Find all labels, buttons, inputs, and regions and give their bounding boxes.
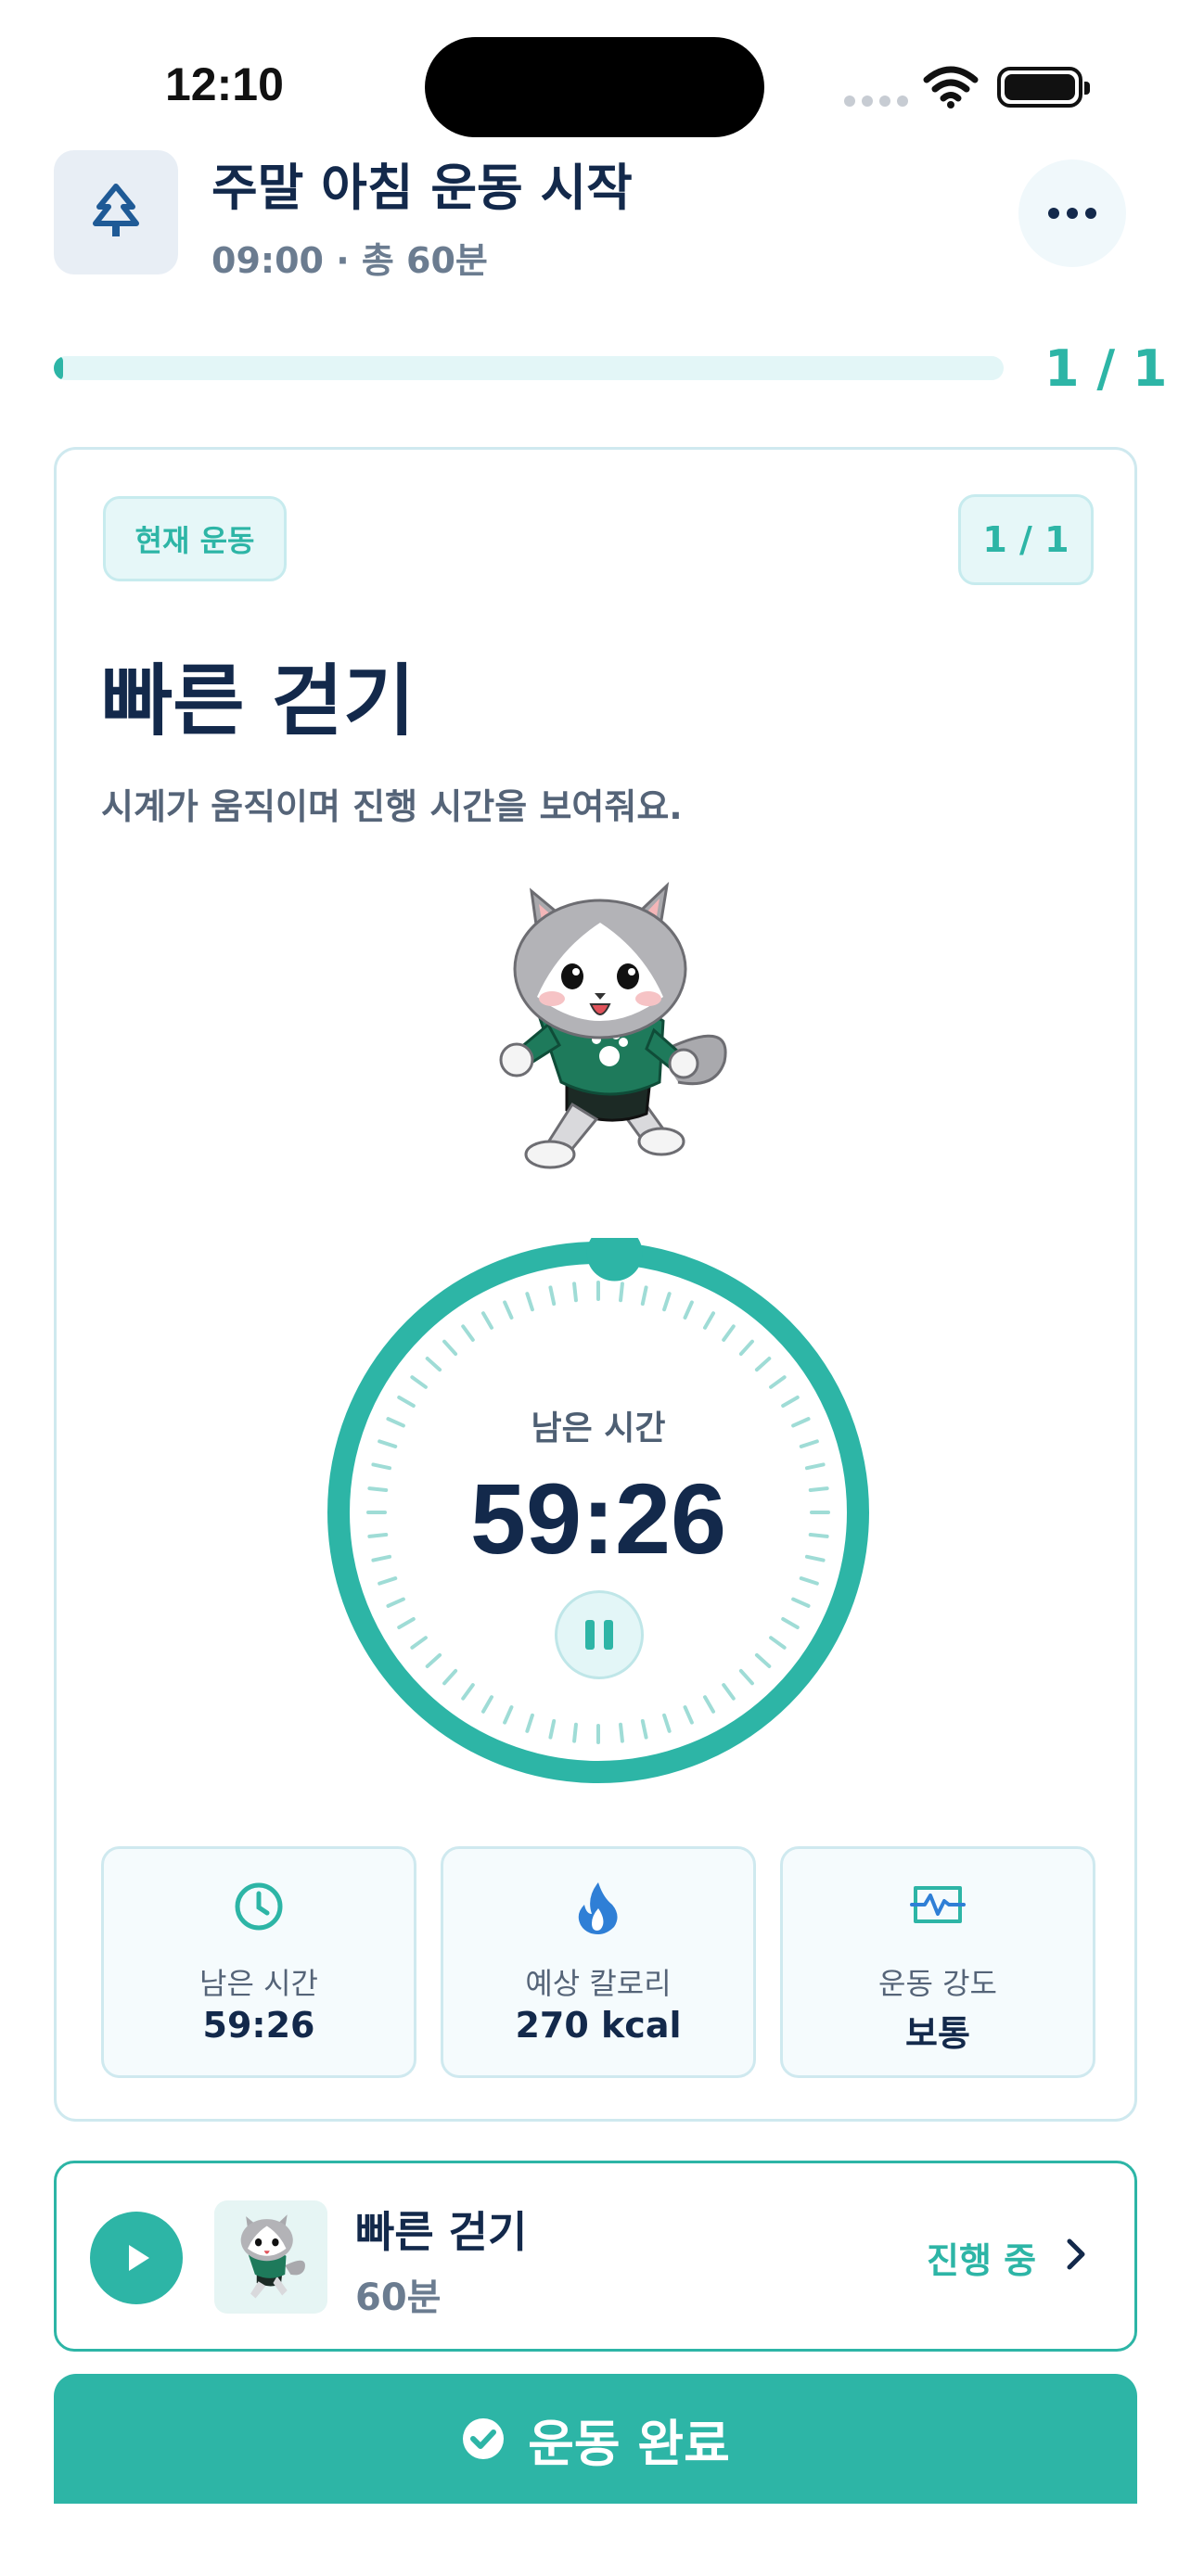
stat-intensity: 운동 강도 보통: [780, 1846, 1095, 2078]
pulse-icon: [910, 1886, 966, 1923]
timer-tick: [378, 1576, 398, 1586]
timer-tick: [503, 1705, 514, 1725]
battery-icon: [997, 67, 1090, 108]
timer-label: 남은 시간: [531, 1409, 666, 1447]
tree-icon: [54, 150, 178, 274]
stat-calories: 예상 칼로리 270 kcal: [441, 1846, 756, 2078]
timer-tick: [572, 1722, 578, 1743]
stat-label: 운동 강도: [878, 1966, 997, 2001]
timer-tick: [425, 1652, 442, 1668]
complete-button-label: 운동 완료: [528, 2414, 730, 2473]
timer-tick: [662, 1713, 672, 1733]
timer-tick: [703, 1695, 715, 1714]
flame-icon: [578, 1882, 618, 1934]
timer-tick: [442, 1668, 458, 1686]
timer-tick: [799, 1576, 819, 1586]
timer-tick: [769, 1636, 787, 1650]
timer-tick: [640, 1718, 648, 1740]
timer-value: 59:26: [469, 1462, 727, 1575]
timer-tick: [754, 1357, 772, 1372]
page-subtitle: 09:00 · 총 60분: [211, 240, 488, 281]
timer-tick: [503, 1300, 514, 1320]
stat-label: 남은 시간: [199, 1966, 318, 2001]
timer-tick: [791, 1597, 811, 1608]
timer-tick: [525, 1713, 534, 1733]
timer-tick: [548, 1285, 557, 1307]
timer-tick: [548, 1718, 557, 1740]
current-exercise-badge: 현재 운동: [103, 496, 287, 581]
wifi-icon: [923, 66, 979, 108]
timer-tick: [525, 1292, 534, 1312]
play-icon: [129, 2245, 149, 2271]
check-circle-icon: [463, 2418, 505, 2459]
timer-tick: [461, 1683, 475, 1701]
chevron-right-icon: [1067, 2238, 1085, 2270]
countdown-timer: 남은 시간 59:26: [324, 1225, 873, 1787]
progress-fill: [54, 356, 64, 380]
timer-tick: [386, 1597, 405, 1608]
list-item-title: 빠른 걷기: [355, 2207, 528, 2257]
stat-remaining-time: 남은 시간 59:26: [101, 1846, 416, 2078]
timer-tick: [722, 1683, 736, 1701]
timer-tick: [619, 1282, 624, 1303]
more-dots-icon: [1048, 208, 1059, 219]
pause-icon: [585, 1620, 595, 1650]
timer-tick: [683, 1705, 694, 1725]
status-time: 12:10: [165, 58, 284, 110]
stats-row: 남은 시간 59:26 예상 칼로리 270 kcal 운동 강도 보통: [101, 1846, 1095, 2078]
exercise-thumbnail: [214, 2200, 327, 2314]
exercise-description: 시계가 움직이며 진행 시간을 보여줘요.: [101, 786, 683, 827]
pause-button[interactable]: [555, 1590, 644, 1679]
timer-tick: [619, 1722, 624, 1743]
timer-tick: [703, 1311, 715, 1330]
running-cat-mascot: [240, 2214, 305, 2299]
timer-tick: [738, 1668, 754, 1686]
timer-tick: [425, 1357, 442, 1372]
dynamic-island: [425, 37, 764, 137]
exercise-list-item[interactable]: 빠른 걷기 60분 진행 중: [54, 2161, 1137, 2352]
current-exercise-card: 현재 운동 1 / 1 빠른 걷기 시계가 움직이며 진행 시간을 보여줘요.: [54, 447, 1137, 2122]
timer-tick: [442, 1339, 458, 1357]
list-item-duration: 60분: [355, 2276, 442, 2319]
status-bar: 12:10: [0, 0, 1191, 139]
timer-tick: [754, 1652, 772, 1668]
stat-value: 59:26: [202, 2005, 315, 2046]
exercise-count-badge: 1 / 1: [958, 494, 1094, 585]
timer-progress-knob: [586, 1225, 643, 1282]
timer-tick: [722, 1324, 736, 1342]
cellular-signal-icon: [844, 96, 908, 107]
timer-tick: [683, 1300, 694, 1320]
timer-tick: [662, 1292, 672, 1312]
page-title: 주말 아침 운동 시작: [211, 159, 633, 217]
timer-tick: [640, 1285, 648, 1307]
stat-value: 270 kcal: [515, 2005, 682, 2046]
timer-tick: [738, 1339, 754, 1357]
progress-label: 1 / 1: [1044, 339, 1168, 398]
timer-tick: [781, 1617, 800, 1629]
stat-label: 예상 칼로리: [525, 1966, 672, 2001]
stat-value: 보통: [905, 2013, 970, 2054]
timer-tick: [461, 1324, 475, 1342]
complete-workout-button[interactable]: 운동 완료: [54, 2374, 1137, 2504]
clock-icon: [235, 1882, 283, 1931]
list-item-status: 진행 중: [927, 2240, 1037, 2281]
more-options-button[interactable]: [1018, 159, 1126, 267]
overall-progress-bar: [54, 356, 1004, 380]
timer-tick: [410, 1636, 428, 1650]
play-button[interactable]: [90, 2212, 183, 2304]
running-cat-mascot: [499, 881, 727, 1169]
timer-tick: [481, 1695, 493, 1714]
timer-tick: [397, 1617, 416, 1629]
timer-tick: [769, 1375, 787, 1389]
timer-tick: [481, 1311, 493, 1330]
timer-tick: [572, 1282, 578, 1303]
exercise-title: 빠른 걷기: [101, 656, 416, 746]
timer-tick: [410, 1375, 428, 1389]
